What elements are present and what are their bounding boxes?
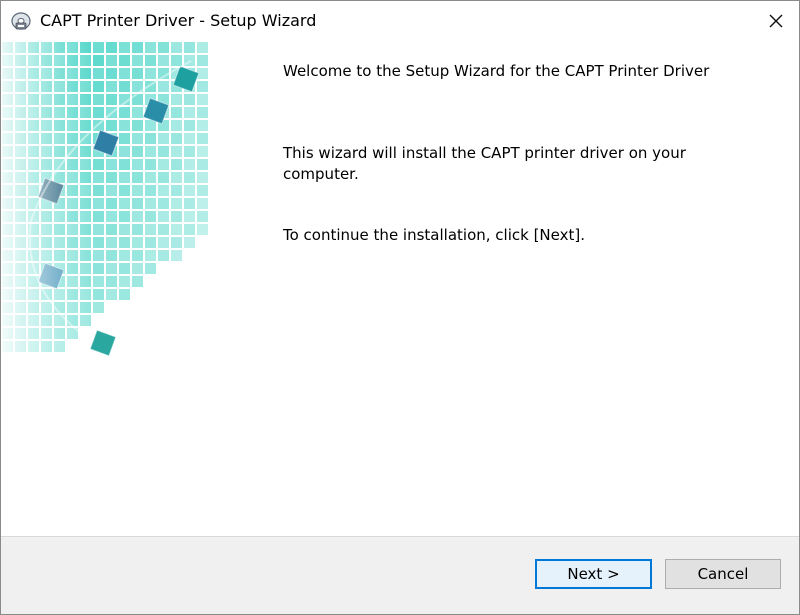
window-title: CAPT Printer Driver - Setup Wizard	[40, 11, 317, 30]
button-bar: Next > Cancel	[1, 536, 799, 614]
instruction-text: To continue the installation, click [Nex…	[283, 226, 585, 244]
printer-disc-icon	[11, 12, 31, 30]
close-icon	[769, 14, 783, 28]
setup-wizard-window: CAPT Printer Driver - Setup Wizard Welco…	[0, 0, 800, 615]
wizard-banner-graphic	[1, 41, 261, 401]
description-text: This wizard will install the CAPT printe…	[283, 144, 686, 183]
banner-fade	[1, 41, 261, 401]
cancel-button[interactable]: Cancel	[665, 559, 781, 589]
welcome-heading: Welcome to the Setup Wizard for the CAPT…	[283, 62, 710, 80]
close-button[interactable]	[753, 1, 799, 41]
title-bar: CAPT Printer Driver - Setup Wizard	[1, 1, 799, 41]
next-button[interactable]: Next >	[535, 559, 652, 589]
